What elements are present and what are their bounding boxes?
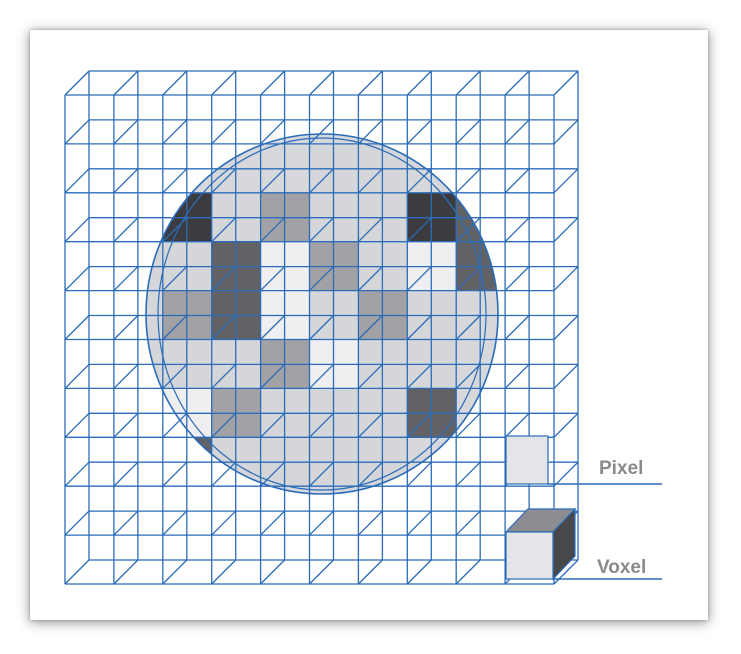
grid-depth-edge [406, 510, 432, 536]
grid-depth-edge [64, 168, 90, 194]
pixel-label: Pixel [599, 458, 643, 479]
grid-depth-edge [504, 363, 530, 389]
grid-depth-edge [211, 559, 237, 585]
grid-depth-edge [113, 266, 139, 292]
grid-depth-edge [553, 315, 579, 340]
grid-depth-edge [113, 412, 139, 438]
pixel-voxel-diagram: Pixel Voxel [64, 70, 662, 585]
grid-depth-edge [504, 412, 530, 438]
grid-depth-edge [162, 559, 188, 585]
grid-depth-edge [455, 168, 481, 194]
grid-depth-edge [553, 461, 579, 487]
grid-depth-edge [455, 510, 481, 536]
grid-depth-edge [504, 217, 530, 243]
grid-depth-edge [162, 119, 188, 145]
grid-depth-edge [406, 559, 432, 585]
grid-depth-edge [113, 461, 139, 487]
grid-depth-edge [455, 119, 481, 145]
grid-depth-edge [553, 119, 579, 145]
grid-depth-edge [553, 412, 579, 438]
grid-depth-edge [504, 315, 530, 340]
grid-depth-edge [211, 70, 237, 96]
grid-depth-edge [357, 510, 383, 536]
voxel-example-cube [504, 507, 577, 581]
grid-depth-edge [113, 70, 139, 96]
grid-depth-edge [64, 559, 90, 585]
grid-depth-edge [64, 461, 90, 487]
grid-depth-edge [504, 266, 530, 292]
grid-depth-edge [455, 559, 481, 585]
grid-depth-edge [211, 119, 237, 145]
grid-depth-edge [162, 461, 188, 487]
grid-depth-edge [64, 315, 90, 340]
grid-depth-edge [309, 559, 334, 585]
grid-depth-edge [309, 510, 334, 536]
grid-depth-edge [504, 119, 530, 145]
pixel-example [505, 435, 549, 485]
grid-depth-edge [211, 510, 237, 536]
grid-depth-edge [64, 266, 90, 292]
grid-depth-edge [553, 363, 579, 389]
grid-depth-edge [406, 119, 432, 145]
grid-depth-edge [260, 70, 286, 96]
grid-depth-edge [553, 266, 579, 292]
grid-depth-edge [504, 168, 530, 194]
grid-depth-edge [113, 559, 139, 585]
grid-depth-edge [113, 315, 139, 340]
grid-depth-edge [64, 119, 90, 145]
grid-depth-edge [260, 559, 286, 585]
grid-depth-edge [357, 70, 383, 96]
grid-depth-edge [357, 559, 383, 585]
grid-depth-edge [211, 461, 237, 487]
grid-depth-edge [260, 510, 286, 536]
grid-depth-edge [64, 412, 90, 438]
grid-depth-edge [553, 217, 579, 243]
grid-depth-edge [113, 363, 139, 389]
grid-depth-edge [64, 217, 90, 243]
grid-depth-edge [113, 119, 139, 145]
grid-depth-edge [504, 70, 530, 96]
grid-depth-edge [64, 510, 90, 536]
grid-depth-edge [406, 70, 432, 96]
voxel-label: Voxel [597, 557, 646, 578]
grid-depth-edge [162, 168, 188, 194]
grid-depth-edge [113, 168, 139, 194]
grid-depth-edge [113, 510, 139, 536]
grid-depth-edge [162, 510, 188, 536]
grid-depth-edge [64, 363, 90, 389]
grid-depth-edge [113, 217, 139, 243]
grid-depth-edge [309, 70, 334, 96]
grid-depth-edge [553, 70, 579, 96]
grid-depth-edge [162, 70, 188, 96]
grid-depth-edge [455, 461, 481, 487]
grid-depth-edge [553, 168, 579, 194]
grid-depth-edge [455, 70, 481, 96]
grid-depth-edge [64, 70, 90, 96]
